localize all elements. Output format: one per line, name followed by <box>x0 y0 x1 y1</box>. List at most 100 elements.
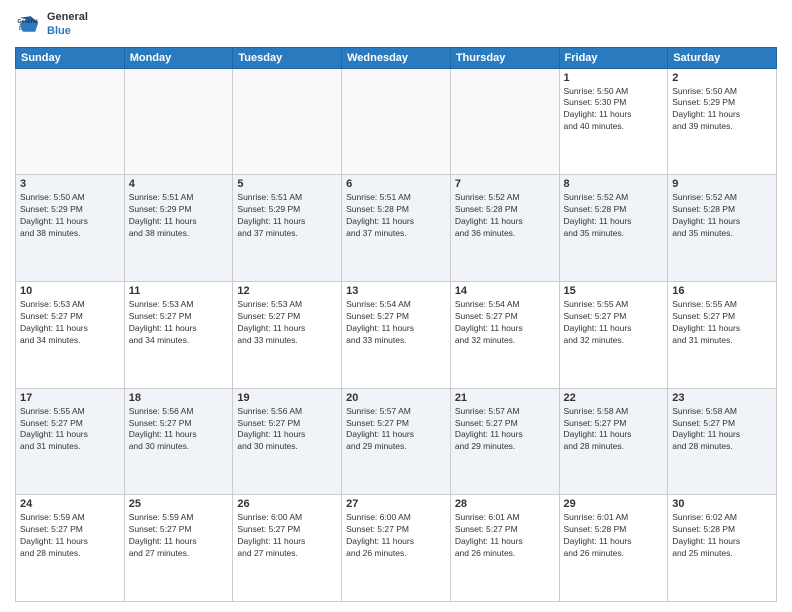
calendar-day-cell: 30 Sunrise: 6:02 AM Sunset: 5:28 PM Dayli… <box>668 495 777 602</box>
calendar-day-cell: 22 Sunrise: 5:58 AM Sunset: 5:27 PM Dayli… <box>559 388 668 495</box>
weekday-header: Sunday <box>16 47 125 68</box>
calendar-week-row: 10 Sunrise: 5:53 AM Sunset: 5:27 PM Dayli… <box>16 281 777 388</box>
day-number: 4 <box>129 178 229 190</box>
day-info: Sunrise: 5:52 AM Sunset: 5:28 PM Dayligh… <box>564 192 664 240</box>
day-info: Sunrise: 5:52 AM Sunset: 5:28 PM Dayligh… <box>672 192 772 240</box>
weekday-header: Tuesday <box>233 47 342 68</box>
calendar-day-cell <box>16 68 125 175</box>
calendar-day-cell: 29 Sunrise: 6:01 AM Sunset: 5:28 PM Dayli… <box>559 495 668 602</box>
day-number: 28 <box>455 498 555 510</box>
day-number: 10 <box>20 285 120 297</box>
calendar-day-cell: 8 Sunrise: 5:52 AM Sunset: 5:28 PM Daylig… <box>559 175 668 282</box>
day-number: 17 <box>20 392 120 404</box>
day-number: 12 <box>237 285 337 297</box>
day-number: 6 <box>346 178 446 190</box>
day-info: Sunrise: 5:55 AM Sunset: 5:27 PM Dayligh… <box>20 406 120 454</box>
calendar-header-row: SundayMondayTuesdayWednesdayThursdayFrid… <box>16 47 777 68</box>
weekday-header: Wednesday <box>342 47 451 68</box>
calendar-day-cell: 26 Sunrise: 6:00 AM Sunset: 5:27 PM Dayli… <box>233 495 342 602</box>
calendar-week-row: 3 Sunrise: 5:50 AM Sunset: 5:29 PM Daylig… <box>16 175 777 282</box>
logo-icon: General Blue <box>15 10 43 38</box>
day-info: Sunrise: 5:55 AM Sunset: 5:27 PM Dayligh… <box>672 299 772 347</box>
calendar-day-cell: 13Sunrise: 5:54 AM Sunset: 5:27 PM Dayli… <box>342 281 451 388</box>
calendar-day-cell: 15 Sunrise: 5:55 AM Sunset: 5:27 PM Dayli… <box>559 281 668 388</box>
day-info: Sunrise: 5:50 AM Sunset: 5:29 PM Dayligh… <box>672 86 772 134</box>
day-number: 8 <box>564 178 664 190</box>
day-info: Sunrise: 5:53 AM Sunset: 5:27 PM Dayligh… <box>237 299 337 347</box>
calendar-day-cell: 1 Sunrise: 5:50 AM Sunset: 5:30 PM Daylig… <box>559 68 668 175</box>
header: General Blue General Blue <box>15 10 777 39</box>
calendar-day-cell: 28 Sunrise: 6:01 AM Sunset: 5:27 PM Dayli… <box>450 495 559 602</box>
logo-text-blue: Blue <box>47 24 88 38</box>
day-info: Sunrise: 5:50 AM Sunset: 5:29 PM Dayligh… <box>20 192 120 240</box>
day-number: 15 <box>564 285 664 297</box>
day-info: Sunrise: 5:51 AM Sunset: 5:28 PM Dayligh… <box>346 192 446 240</box>
day-info: Sunrise: 5:54 AM Sunset: 5:27 PM Dayligh… <box>346 299 446 347</box>
calendar-day-cell: 11 Sunrise: 5:53 AM Sunset: 5:27 PM Dayli… <box>124 281 233 388</box>
day-info: Sunrise: 6:01 AM Sunset: 5:27 PM Dayligh… <box>455 512 555 560</box>
calendar-day-cell: 3 Sunrise: 5:50 AM Sunset: 5:29 PM Daylig… <box>16 175 125 282</box>
day-number: 22 <box>564 392 664 404</box>
calendar-day-cell: 7 Sunrise: 5:52 AM Sunset: 5:28 PM Daylig… <box>450 175 559 282</box>
day-info: Sunrise: 5:55 AM Sunset: 5:27 PM Dayligh… <box>564 299 664 347</box>
calendar-table: SundayMondayTuesdayWednesdayThursdayFrid… <box>15 47 777 602</box>
day-info: Sunrise: 6:00 AM Sunset: 5:27 PM Dayligh… <box>346 512 446 560</box>
day-number: 27 <box>346 498 446 510</box>
day-number: 19 <box>237 392 337 404</box>
calendar-day-cell: 21 Sunrise: 5:57 AM Sunset: 5:27 PM Dayli… <box>450 388 559 495</box>
day-number: 14 <box>455 285 555 297</box>
day-number: 5 <box>237 178 337 190</box>
day-number: 30 <box>672 498 772 510</box>
day-info: Sunrise: 5:53 AM Sunset: 5:27 PM Dayligh… <box>20 299 120 347</box>
day-number: 1 <box>564 72 664 84</box>
day-info: Sunrise: 5:53 AM Sunset: 5:27 PM Dayligh… <box>129 299 229 347</box>
calendar-day-cell <box>124 68 233 175</box>
day-info: Sunrise: 5:54 AM Sunset: 5:27 PM Dayligh… <box>455 299 555 347</box>
calendar-day-cell: 20Sunrise: 5:57 AM Sunset: 5:27 PM Dayli… <box>342 388 451 495</box>
calendar-week-row: 17 Sunrise: 5:55 AM Sunset: 5:27 PM Dayli… <box>16 388 777 495</box>
day-info: Sunrise: 5:51 AM Sunset: 5:29 PM Dayligh… <box>129 192 229 240</box>
calendar-day-cell: 25 Sunrise: 5:59 AM Sunset: 5:27 PM Dayli… <box>124 495 233 602</box>
calendar-day-cell <box>342 68 451 175</box>
day-number: 16 <box>672 285 772 297</box>
calendar-day-cell: 18Sunrise: 5:56 AM Sunset: 5:27 PM Dayli… <box>124 388 233 495</box>
calendar-day-cell: 23 Sunrise: 5:58 AM Sunset: 5:27 PM Dayli… <box>668 388 777 495</box>
day-info: Sunrise: 5:59 AM Sunset: 5:27 PM Dayligh… <box>129 512 229 560</box>
day-info: Sunrise: 6:00 AM Sunset: 5:27 PM Dayligh… <box>237 512 337 560</box>
calendar-day-cell: 19 Sunrise: 5:56 AM Sunset: 5:27 PM Dayli… <box>233 388 342 495</box>
svg-text:Blue: Blue <box>19 27 31 33</box>
calendar-day-cell: 5Sunrise: 5:51 AM Sunset: 5:29 PM Daylig… <box>233 175 342 282</box>
day-info: Sunrise: 5:58 AM Sunset: 5:27 PM Dayligh… <box>672 406 772 454</box>
day-info: Sunrise: 6:02 AM Sunset: 5:28 PM Dayligh… <box>672 512 772 560</box>
day-number: 11 <box>129 285 229 297</box>
svg-text:General: General <box>17 20 38 26</box>
day-number: 25 <box>129 498 229 510</box>
day-number: 9 <box>672 178 772 190</box>
weekday-header: Saturday <box>668 47 777 68</box>
calendar-day-cell: 27 Sunrise: 6:00 AM Sunset: 5:27 PM Dayli… <box>342 495 451 602</box>
day-number: 26 <box>237 498 337 510</box>
day-info: Sunrise: 6:01 AM Sunset: 5:28 PM Dayligh… <box>564 512 664 560</box>
day-info: Sunrise: 5:57 AM Sunset: 5:27 PM Dayligh… <box>455 406 555 454</box>
logo-text: General <box>47 10 88 24</box>
day-info: Sunrise: 5:58 AM Sunset: 5:27 PM Dayligh… <box>564 406 664 454</box>
calendar-day-cell: 9 Sunrise: 5:52 AM Sunset: 5:28 PM Daylig… <box>668 175 777 282</box>
weekday-header: Friday <box>559 47 668 68</box>
day-number: 29 <box>564 498 664 510</box>
day-number: 18 <box>129 392 229 404</box>
page: General Blue General Blue SundayMondayTu… <box>0 0 792 612</box>
day-info: Sunrise: 5:52 AM Sunset: 5:28 PM Dayligh… <box>455 192 555 240</box>
calendar-day-cell: 12 Sunrise: 5:53 AM Sunset: 5:27 PM Dayli… <box>233 281 342 388</box>
weekday-header: Monday <box>124 47 233 68</box>
day-info: Sunrise: 5:59 AM Sunset: 5:27 PM Dayligh… <box>20 512 120 560</box>
day-number: 21 <box>455 392 555 404</box>
day-number: 7 <box>455 178 555 190</box>
calendar-day-cell: 4 Sunrise: 5:51 AM Sunset: 5:29 PM Daylig… <box>124 175 233 282</box>
day-info: Sunrise: 5:50 AM Sunset: 5:30 PM Dayligh… <box>564 86 664 134</box>
day-info: Sunrise: 5:56 AM Sunset: 5:27 PM Dayligh… <box>237 406 337 454</box>
weekday-header: Thursday <box>450 47 559 68</box>
calendar-day-cell: 24Sunrise: 5:59 AM Sunset: 5:27 PM Dayli… <box>16 495 125 602</box>
day-number: 23 <box>672 392 772 404</box>
day-number: 3 <box>20 178 120 190</box>
day-info: Sunrise: 5:57 AM Sunset: 5:27 PM Dayligh… <box>346 406 446 454</box>
